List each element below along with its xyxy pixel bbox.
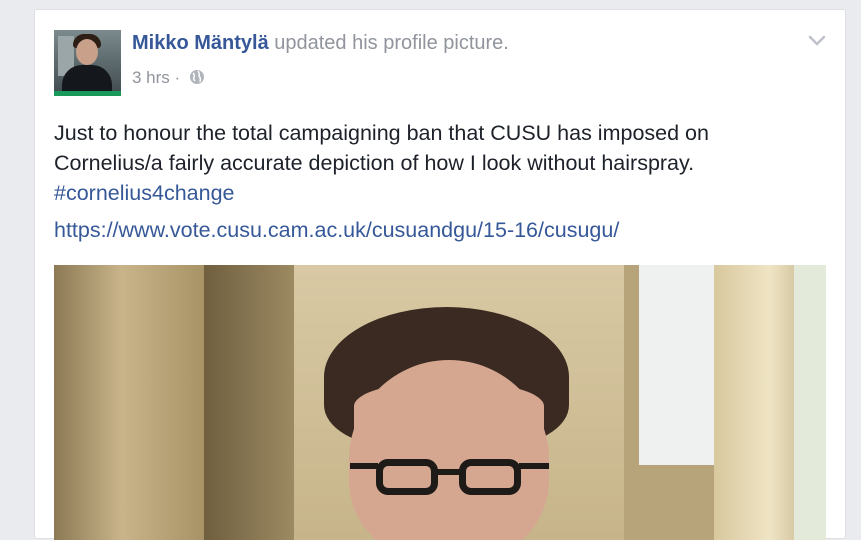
meta-separator: · <box>169 68 185 87</box>
post-action-text: updated his profile picture. <box>268 32 509 54</box>
author-avatar[interactable] <box>54 30 121 96</box>
post-meta: 3 hrs · <box>132 68 205 90</box>
post-body-text: Just to honour the total campaigning ban… <box>54 121 709 175</box>
author-name-link[interactable]: Mikko Mäntylä <box>132 32 269 54</box>
post-timestamp[interactable]: 3 hrs <box>132 68 170 87</box>
chevron-down-icon[interactable] <box>807 34 827 53</box>
profile-photo[interactable] <box>54 265 826 540</box>
post-url-link[interactable]: https://www.vote.cusu.cam.ac.uk/cusuandg… <box>54 218 619 243</box>
post-card: Mikko Mäntylä updated his profile pictur… <box>34 9 846 540</box>
hashtag-link[interactable]: #cornelius4change <box>54 181 235 205</box>
globe-icon[interactable] <box>189 69 205 90</box>
post-body: Just to honour the total campaigning ban… <box>54 118 814 208</box>
post-header: Mikko Mäntylä updated his profile pictur… <box>132 32 509 55</box>
